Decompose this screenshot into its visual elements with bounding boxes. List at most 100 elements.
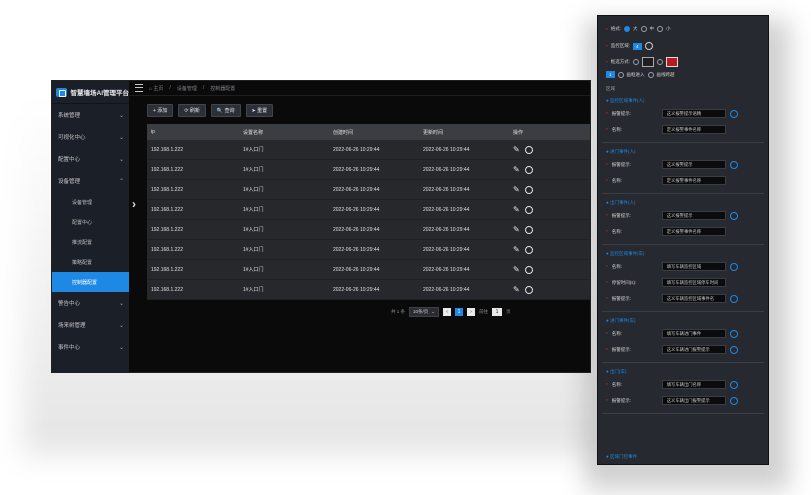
color-swatch[interactable]	[642, 57, 655, 67]
help-icon[interactable]	[729, 109, 738, 118]
area-count-button[interactable]: 4	[633, 42, 642, 50]
edit-icon[interactable]: ✎	[513, 285, 520, 294]
cell-updated: 2022-06-26 10:29:44	[423, 186, 470, 193]
radio-box[interactable]	[617, 71, 624, 78]
help-icon[interactable]	[729, 380, 738, 389]
reset-button[interactable]: ➤ 重置	[245, 103, 274, 117]
field-label: 报警提示:	[611, 212, 632, 218]
sidebar-subitem-device-manage[interactable]: 设备管理	[52, 192, 129, 212]
text-input[interactable]: 填写车辆进门事件	[661, 329, 726, 338]
sidebar-subitem-strategy[interactable]: 策略配置	[52, 252, 129, 272]
table-row: 192.168.1.222 1#入口门 2022-06-26 10:29:44 202…	[147, 180, 590, 200]
edit-icon[interactable]: ✎	[513, 185, 520, 194]
select-mode-label: 框选方式:	[610, 59, 631, 64]
section-title: ● 监控区域事件(人)	[606, 98, 645, 103]
edit-icon[interactable]: ✎	[513, 165, 520, 174]
radio-medium[interactable]	[640, 26, 647, 32]
required-mark: *	[606, 178, 608, 183]
color-swatch-red[interactable]	[666, 57, 679, 67]
clock-icon[interactable]	[524, 205, 533, 214]
sidebar: 智慧墙场AI管理平台 系统管理 ⌄ 可视化中心 ⌄ 配置中心 ⌄ 设备管理 ⌃ 设备管理…	[52, 81, 129, 372]
required-mark: *	[606, 264, 608, 269]
clock-icon[interactable]	[524, 225, 533, 234]
page-size-select[interactable]: 10条/页 ⌄	[409, 307, 440, 317]
breadcrumb-item[interactable]: 设备管理	[177, 85, 197, 92]
clock-icon[interactable]	[524, 145, 533, 154]
sidebar-item-devices[interactable]: 设备管理 ⌃	[52, 170, 129, 192]
sidebar-item-config[interactable]: 配置中心 ⌄	[52, 148, 129, 170]
text-input[interactable]: 定义报警事件名称	[661, 227, 726, 236]
sidebar-subitem-config-center[interactable]: 配置中心	[52, 212, 129, 232]
sidebar-item-tree[interactable]: 场来树管理 ⌄	[52, 314, 129, 336]
edit-icon[interactable]: ✎	[513, 205, 520, 214]
help-icon[interactable]	[729, 262, 738, 271]
sidebar-subitem-stream[interactable]: 推流配置	[52, 232, 129, 252]
text-input[interactable]: 填写车辆监控区域停车时间	[661, 278, 726, 287]
column-header-actions: 操作	[513, 129, 524, 136]
main-content: ⌂ 主页 / 设备管理 / 控制器配置 + 添加 ⟳ 刷新 🔍 查询 ➤ 重置 …	[129, 81, 590, 372]
cell-created: 2022-06-26 10:29:44	[333, 266, 380, 273]
cell-actions: ✎	[513, 165, 590, 174]
clock-icon[interactable]	[524, 285, 533, 294]
help-icon[interactable]	[729, 329, 738, 338]
cell-actions: ✎	[513, 205, 590, 214]
cell-actions: ✎	[513, 285, 590, 294]
text-input[interactable]: 定义报警事件名称	[661, 125, 726, 134]
help-icon[interactable]	[729, 211, 738, 220]
cell-name: 1#入口门	[243, 247, 264, 253]
radio-mode-a[interactable]	[633, 59, 640, 65]
text-input[interactable]: 这义报警提示语精	[661, 109, 726, 118]
sidebar-subitem-controller[interactable]: 控制器配置	[52, 272, 129, 292]
goto-page-input[interactable]: 1	[492, 308, 503, 316]
text-input[interactable]: 这义报警提示	[661, 160, 726, 169]
edit-icon[interactable]: ✎	[513, 225, 520, 234]
text-input[interactable]: 填写车辆出门名称	[661, 380, 726, 389]
breadcrumb-home[interactable]: ⌂ 主页	[149, 85, 163, 92]
text-input[interactable]: 这义车辆监控区域事件名	[661, 294, 726, 303]
text-input[interactable]: 填写车辆监控区域	[661, 262, 726, 271]
text-input[interactable]: 这义报警提示	[661, 211, 726, 220]
help-icon[interactable]	[729, 396, 738, 405]
prev-page-button[interactable]: ‹	[443, 308, 452, 316]
sidebar-item-alerts[interactable]: 警告中心 ⌄	[52, 292, 129, 314]
radio-label: 中	[649, 26, 655, 31]
logo-icon	[56, 87, 67, 97]
text-input[interactable]: 这义车辆进门报警提示	[661, 345, 726, 354]
help-icon[interactable]	[729, 345, 738, 354]
edit-icon[interactable]: ✎	[513, 145, 520, 154]
required-mark: *	[606, 331, 608, 336]
query-button[interactable]: 🔍 查询	[210, 103, 241, 117]
add-button[interactable]: + 添加	[147, 103, 174, 117]
help-icon[interactable]	[729, 294, 738, 303]
page-number-button[interactable]: 1	[455, 308, 464, 316]
chevron-down-icon: ⌄	[118, 300, 124, 307]
draw-mode-button[interactable]: 1	[606, 71, 615, 78]
radio-line[interactable]	[647, 71, 654, 78]
section-divider	[602, 142, 764, 143]
field-label: 名称:	[611, 330, 623, 336]
sidebar-item-events[interactable]: 事件中心 ⌄	[52, 336, 129, 358]
text-input[interactable]: 定义报警事件名称	[661, 176, 726, 185]
sidebar-item-system[interactable]: 系统管理 ⌄	[52, 104, 129, 126]
required-mark: *	[606, 127, 608, 132]
next-page-button[interactable]: ›	[467, 308, 476, 316]
clock-icon[interactable]	[524, 185, 533, 194]
form-field: * 名称: 定义报警事件名称	[606, 176, 726, 185]
add-icon[interactable]	[644, 42, 653, 50]
radio-small[interactable]	[657, 26, 664, 32]
refresh-button[interactable]: ⟳ 刷新	[178, 103, 206, 117]
edit-icon[interactable]: ✎	[513, 265, 520, 274]
clock-icon[interactable]	[524, 265, 533, 274]
section-divider	[602, 311, 764, 312]
chevron-right-icon[interactable]: ›	[132, 197, 136, 211]
clock-icon[interactable]	[524, 245, 533, 254]
radio-large[interactable]	[624, 26, 631, 32]
help-icon[interactable]	[729, 160, 738, 169]
section-title: ● 进门事件(人)	[606, 149, 636, 154]
radio-mode-b[interactable]	[657, 59, 664, 65]
text-input[interactable]: 这义车辆出门报警提示	[661, 396, 726, 405]
menu-toggle-icon[interactable]	[135, 84, 143, 92]
sidebar-item-visual[interactable]: 可视化中心 ⌄	[52, 126, 129, 148]
clock-icon[interactable]	[524, 165, 533, 174]
edit-icon[interactable]: ✎	[513, 245, 520, 254]
